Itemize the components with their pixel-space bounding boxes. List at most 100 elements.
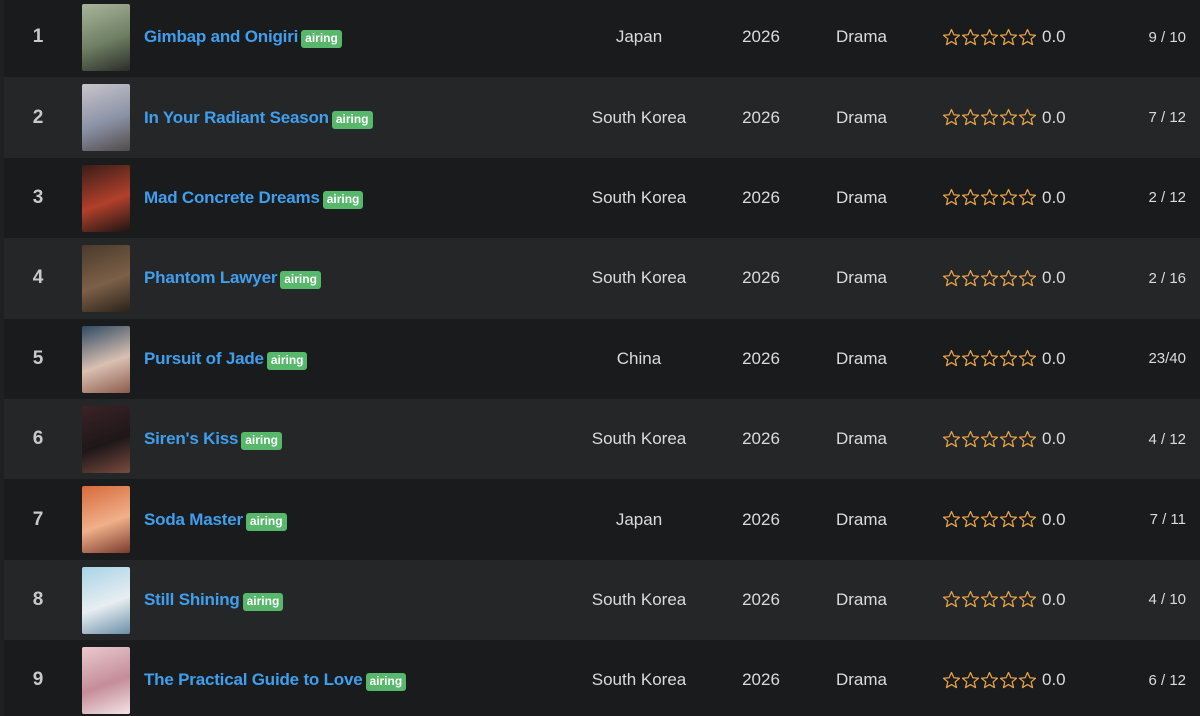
- star-icon[interactable]: [1018, 188, 1037, 207]
- star-rating[interactable]: [942, 188, 1037, 207]
- drama-title-link[interactable]: Still Shining: [144, 590, 240, 610]
- star-icon[interactable]: [942, 671, 961, 690]
- star-icon[interactable]: [999, 188, 1018, 207]
- star-icon[interactable]: [961, 510, 980, 529]
- star-icon[interactable]: [961, 430, 980, 449]
- drama-title-link[interactable]: Soda Master: [144, 510, 243, 530]
- rating-cell: 0.0: [942, 479, 1066, 559]
- poster-thumbnail[interactable]: [82, 325, 130, 393]
- star-rating[interactable]: [942, 269, 1037, 288]
- star-icon[interactable]: [1018, 430, 1037, 449]
- rating-score: 0.0: [1042, 187, 1066, 207]
- star-icon[interactable]: [999, 590, 1018, 609]
- country-cell: South Korea: [591, 589, 687, 609]
- airing-badge: airing: [242, 592, 284, 611]
- year-cell: 2026: [742, 348, 780, 368]
- star-icon[interactable]: [1018, 108, 1037, 127]
- poster-thumbnail[interactable]: [82, 245, 130, 313]
- star-rating[interactable]: [942, 108, 1037, 127]
- drama-title-link[interactable]: Siren's Kiss: [144, 429, 238, 449]
- table-row: 3 Mad Concrete Dreams airing South Korea 202…: [4, 157, 1200, 239]
- star-icon[interactable]: [980, 510, 999, 529]
- poster-thumbnail[interactable]: [82, 647, 130, 715]
- poster-thumbnail[interactable]: [82, 566, 130, 634]
- poster-thumbnail[interactable]: [82, 405, 130, 473]
- country-cell: China: [616, 348, 662, 368]
- star-rating[interactable]: [942, 671, 1037, 690]
- star-icon[interactable]: [999, 28, 1018, 47]
- star-icon[interactable]: [980, 590, 999, 609]
- star-icon[interactable]: [1018, 590, 1037, 609]
- table-row: 9 The Practical Guide to Love airing South …: [4, 640, 1200, 716]
- genre-cell: Drama: [835, 27, 887, 47]
- star-icon[interactable]: [1018, 671, 1037, 690]
- star-icon[interactable]: [999, 671, 1018, 690]
- table-row: 7 Soda Master airing Japan 2026 Drama 0.0 7 / 1…: [4, 479, 1200, 560]
- poster-thumbnail[interactable]: [82, 4, 130, 71]
- star-icon[interactable]: [1018, 269, 1037, 288]
- drama-title-link[interactable]: In Your Radiant Season: [144, 108, 329, 128]
- rating-score: 0.0: [1042, 670, 1066, 690]
- rating-score: 0.0: [1042, 509, 1066, 529]
- year-cell: 2026: [742, 187, 780, 207]
- star-icon[interactable]: [961, 349, 980, 368]
- star-icon[interactable]: [1018, 510, 1037, 529]
- star-icon[interactable]: [942, 28, 961, 47]
- star-icon[interactable]: [999, 510, 1018, 529]
- rank-number: 9: [32, 669, 44, 691]
- drama-title-link[interactable]: Mad Concrete Dreams: [144, 188, 320, 208]
- star-icon[interactable]: [942, 188, 961, 207]
- star-icon[interactable]: [980, 188, 999, 207]
- rating-score: 0.0: [1042, 107, 1066, 127]
- star-icon[interactable]: [1018, 349, 1037, 368]
- poster-thumbnail[interactable]: [82, 84, 130, 152]
- star-icon[interactable]: [980, 269, 999, 288]
- star-icon[interactable]: [999, 430, 1018, 449]
- country-cell: South Korea: [591, 107, 687, 127]
- star-icon[interactable]: [961, 590, 980, 609]
- star-icon[interactable]: [961, 188, 980, 207]
- star-icon[interactable]: [961, 108, 980, 127]
- star-icon[interactable]: [980, 349, 999, 368]
- airing-badge: airing: [280, 271, 321, 290]
- star-rating[interactable]: [942, 349, 1037, 368]
- airing-badge: airing: [331, 110, 373, 129]
- episode-progress: 4 / 12: [1148, 430, 1186, 448]
- rank-number: 6: [32, 428, 44, 450]
- drama-title-link[interactable]: Pursuit of Jade: [144, 349, 264, 369]
- drama-title-link[interactable]: Phantom Lawyer: [144, 268, 277, 288]
- star-icon[interactable]: [942, 510, 961, 529]
- drama-title-link[interactable]: Gimbap and Onigiri: [144, 27, 298, 47]
- star-rating[interactable]: [942, 28, 1037, 47]
- rating-cell: 0.0: [942, 0, 1066, 77]
- episode-progress: 6 / 12: [1148, 671, 1186, 689]
- star-icon[interactable]: [961, 671, 980, 690]
- star-icon[interactable]: [942, 108, 961, 127]
- star-icon[interactable]: [999, 108, 1018, 127]
- rating-score: 0.0: [1042, 589, 1066, 609]
- star-rating[interactable]: [942, 590, 1037, 609]
- star-icon[interactable]: [942, 269, 961, 288]
- star-icon[interactable]: [961, 28, 980, 47]
- star-icon[interactable]: [980, 108, 999, 127]
- poster-thumbnail[interactable]: [82, 486, 130, 554]
- star-rating[interactable]: [942, 430, 1037, 449]
- star-icon[interactable]: [999, 349, 1018, 368]
- star-icon[interactable]: [942, 430, 961, 449]
- country-cell: South Korea: [591, 670, 687, 690]
- star-icon[interactable]: [980, 671, 999, 690]
- star-icon[interactable]: [961, 269, 980, 288]
- star-icon[interactable]: [980, 28, 999, 47]
- star-icon[interactable]: [999, 269, 1018, 288]
- episode-progress: 9 / 10: [1148, 28, 1186, 46]
- star-icon[interactable]: [1018, 28, 1037, 47]
- star-icon[interactable]: [942, 590, 961, 609]
- rating-score: 0.0: [1042, 348, 1066, 368]
- year-cell: 2026: [742, 268, 780, 288]
- airing-badge: airing: [301, 30, 342, 49]
- poster-thumbnail[interactable]: [82, 164, 130, 232]
- star-icon[interactable]: [980, 430, 999, 449]
- star-rating[interactable]: [942, 510, 1037, 529]
- star-icon[interactable]: [942, 349, 961, 368]
- drama-title-link[interactable]: The Practical Guide to Love: [144, 670, 363, 690]
